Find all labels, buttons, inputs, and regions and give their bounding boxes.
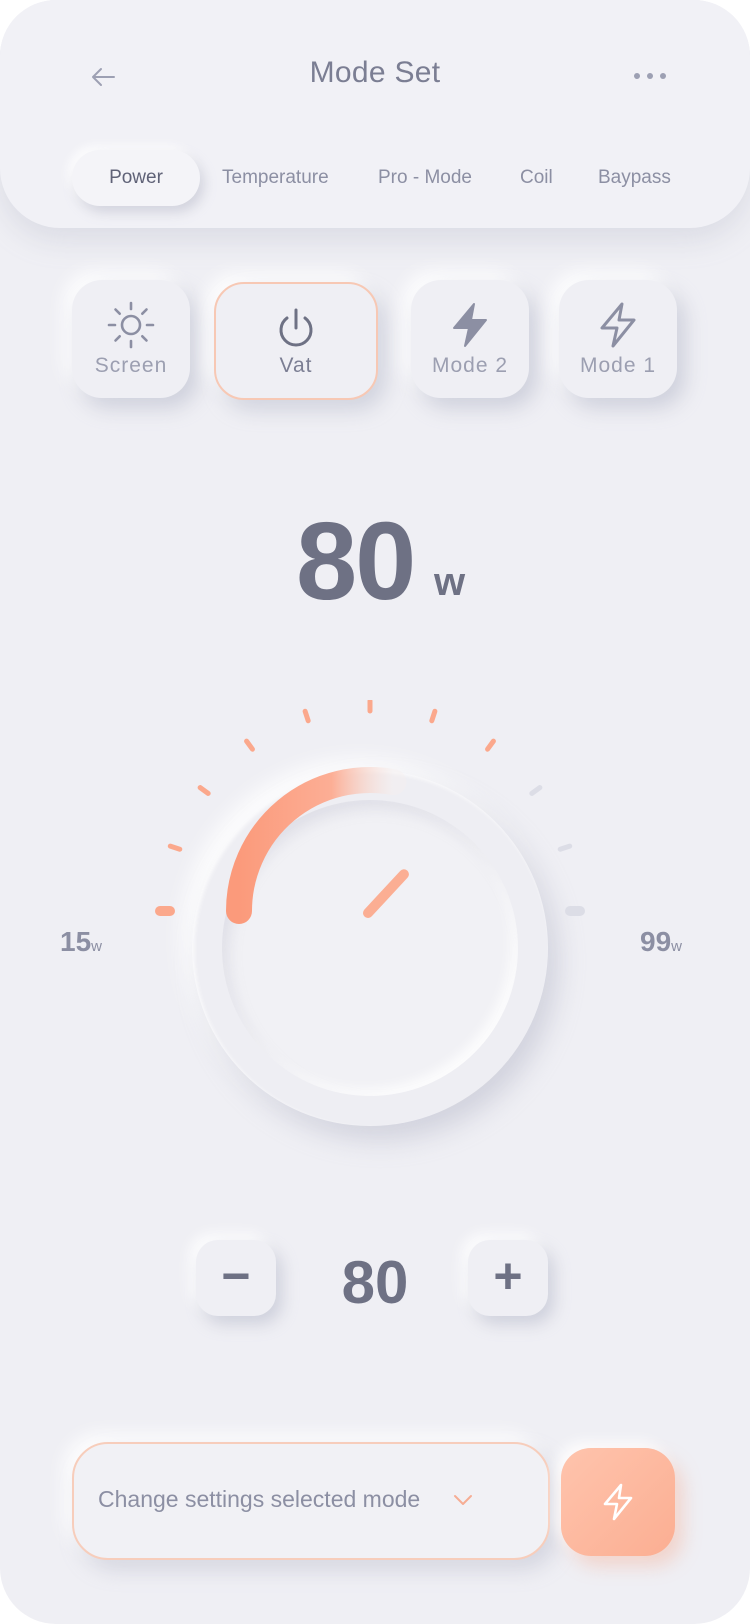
mode-select[interactable]: Change settings selected mode bbox=[72, 1442, 550, 1560]
mode-label: Vat bbox=[279, 354, 313, 377]
power-dial: 15w 99w bbox=[0, 700, 750, 1140]
select-text: Change settings selected mode bbox=[98, 1486, 421, 1512]
power-unit: w bbox=[434, 560, 466, 604]
stepper-value: 80 bbox=[341, 1249, 409, 1316]
dial-tick bbox=[529, 785, 543, 796]
power-icon bbox=[279, 308, 313, 347]
mode-tabs: Power Temperature Pro - Mode Coil Baypas… bbox=[0, 150, 750, 210]
increment-button[interactable]: + bbox=[468, 1240, 548, 1316]
dial-graphics bbox=[155, 700, 585, 924]
lightning-filled-icon bbox=[453, 303, 487, 347]
dial-tick bbox=[244, 738, 255, 752]
dial-tick bbox=[167, 843, 183, 852]
mode-vat-button[interactable]: Vat bbox=[214, 282, 378, 400]
lightning-outline-icon bbox=[600, 302, 636, 348]
tab-pro-mode[interactable]: Pro - Mode bbox=[378, 150, 472, 206]
mode-label: Screen bbox=[94, 354, 168, 377]
sun-icon bbox=[107, 301, 155, 349]
chevron-down-icon bbox=[454, 1495, 472, 1505]
dial-tick bbox=[197, 785, 211, 796]
dial-needle bbox=[363, 869, 409, 918]
dial-tick bbox=[485, 738, 496, 752]
app-screen: Mode Set Power Temperature Pro - Mode Co… bbox=[0, 0, 750, 1624]
power-value: 80 bbox=[296, 500, 416, 623]
dial-tick bbox=[302, 708, 311, 724]
dial-progress-arc bbox=[226, 767, 407, 924]
power-stepper: − 80 + bbox=[0, 1240, 750, 1320]
decrement-button[interactable]: − bbox=[196, 1240, 276, 1316]
tab-baypass[interactable]: Baypass bbox=[598, 150, 671, 206]
mode-2-button[interactable]: Mode 2 bbox=[411, 280, 529, 398]
dial-tick bbox=[429, 708, 438, 724]
tab-temperature[interactable]: Temperature bbox=[222, 150, 329, 206]
mode-screen-button[interactable]: Screen bbox=[72, 280, 190, 398]
power-readout: 80 w bbox=[0, 498, 750, 623]
tab-coil[interactable]: Coil bbox=[520, 150, 553, 206]
mode-label: Mode 2 bbox=[431, 354, 509, 377]
more-horizontal-icon[interactable] bbox=[632, 66, 668, 86]
apply-mode-button[interactable] bbox=[561, 1448, 675, 1556]
range-max-label: 99w bbox=[640, 926, 682, 957]
mode-label: Mode 1 bbox=[579, 354, 657, 377]
mode-1-button[interactable]: Mode 1 bbox=[559, 280, 677, 398]
tab-power[interactable]: Power bbox=[72, 150, 200, 206]
range-min-label: 15w bbox=[60, 926, 102, 957]
dial-tick bbox=[557, 843, 573, 852]
header: Mode Set Power Temperature Pro - Mode Co… bbox=[0, 0, 750, 228]
lightning-outline-icon bbox=[603, 1483, 633, 1521]
